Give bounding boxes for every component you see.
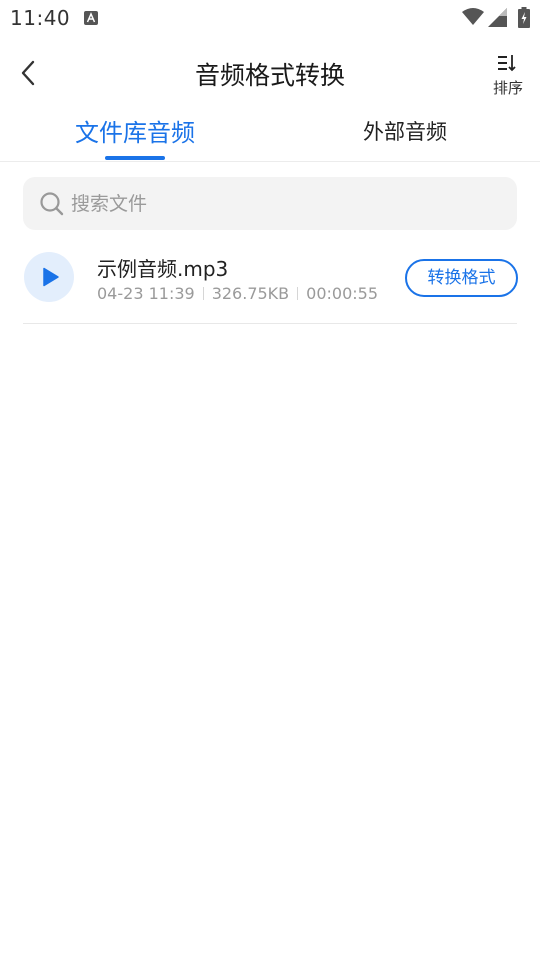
tab-bar: 文件库音频 外部音频 bbox=[0, 106, 540, 162]
status-bar: 11:40 bbox=[0, 0, 540, 36]
sort-button[interactable]: 排序 bbox=[486, 50, 530, 100]
signal-icon bbox=[488, 8, 507, 27]
meta-divider bbox=[202, 287, 204, 300]
file-meta: 04-23 11:39 326.75KB 00:00:55 bbox=[97, 284, 378, 303]
tab-active-indicator bbox=[105, 156, 165, 160]
play-icon bbox=[43, 267, 59, 287]
search-box[interactable] bbox=[23, 177, 517, 230]
tab-label: 外部音频 bbox=[363, 120, 447, 144]
page-title: 音频格式转换 bbox=[194, 61, 345, 90]
wifi-icon bbox=[462, 8, 484, 25]
sort-label: 排序 bbox=[492, 79, 523, 97]
tab-external-audio[interactable]: 外部音频 bbox=[270, 106, 540, 161]
title-bar: 音频格式转换 排序 bbox=[0, 40, 540, 106]
file-duration: 00:00:55 bbox=[306, 284, 378, 303]
battery-charging-icon bbox=[518, 7, 530, 28]
file-name: 示例音频.mp3 bbox=[97, 257, 229, 281]
notification-a-icon bbox=[84, 11, 98, 25]
file-size: 326.75KB bbox=[211, 284, 290, 303]
play-button[interactable] bbox=[24, 252, 74, 302]
status-time: 11:40 bbox=[10, 6, 71, 30]
file-date: 04-23 11:39 bbox=[97, 284, 195, 303]
search-icon bbox=[40, 192, 64, 216]
search-input[interactable] bbox=[71, 177, 491, 230]
tab-library-audio[interactable]: 文件库音频 bbox=[0, 106, 270, 161]
sort-icon bbox=[498, 55, 516, 72]
convert-format-button[interactable]: 转换格式 bbox=[405, 259, 518, 297]
meta-divider bbox=[297, 287, 299, 300]
screen: 11:40 音频格式转换 排序 文件库音频 外部音频 搜索文件 示例音频.mp3… bbox=[0, 0, 540, 960]
list-item[interactable]: 示例音频.mp3 04-23 11:39 326.75KB 00:00:55 转换格… bbox=[23, 240, 518, 324]
tab-label: 文件库音频 bbox=[75, 119, 195, 147]
